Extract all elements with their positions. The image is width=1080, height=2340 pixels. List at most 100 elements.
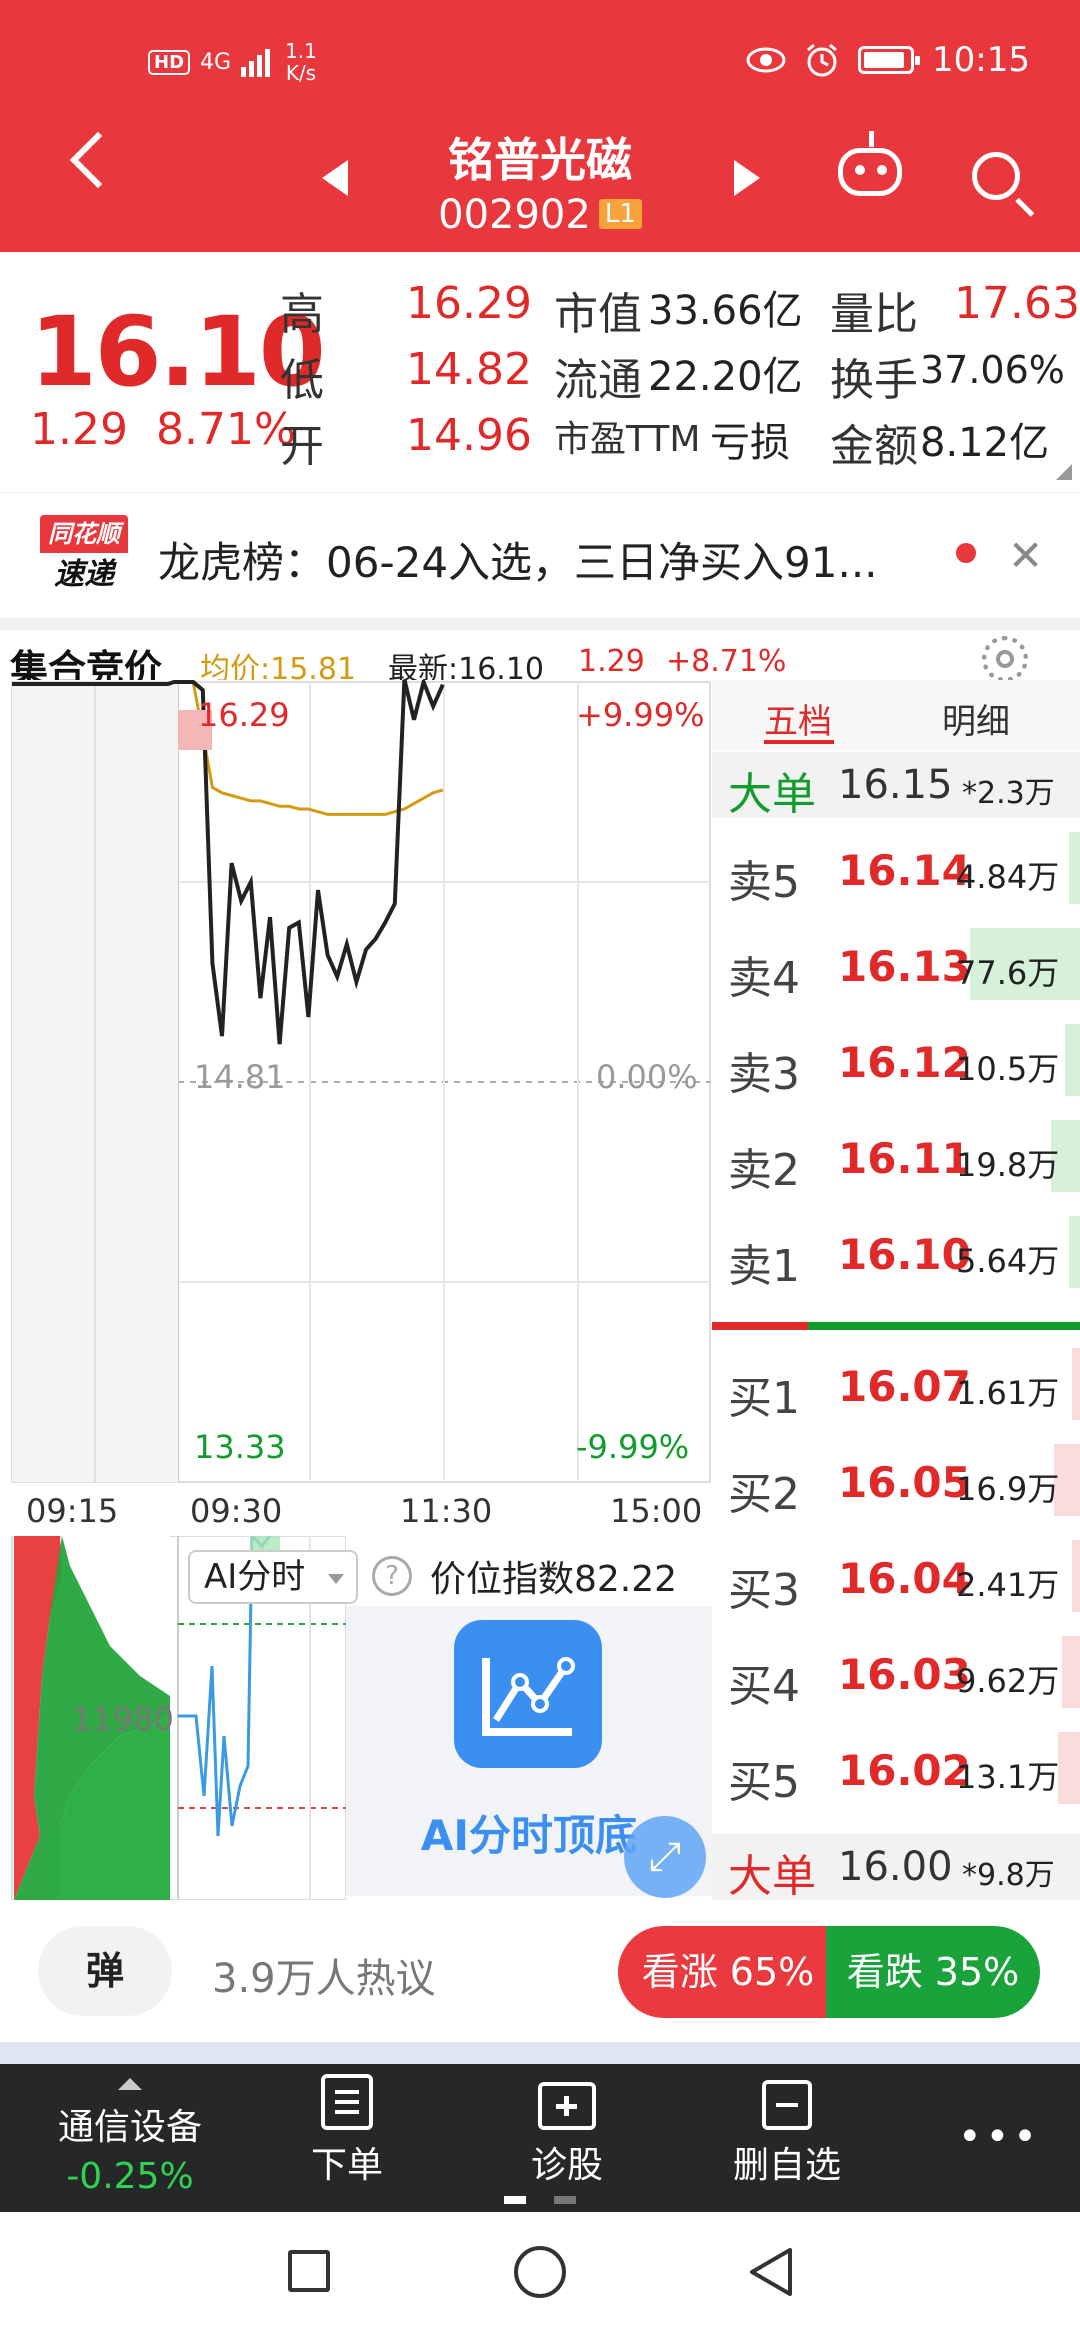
pct-tick-mid: 0.00% bbox=[596, 1058, 698, 1096]
nav-back-icon[interactable] bbox=[746, 2246, 796, 2298]
price-index: 价位指数82.22 bbox=[430, 1559, 678, 1600]
ask-level-label: 卖4 bbox=[728, 953, 800, 1004]
order-button[interactable]: 下单 bbox=[282, 2064, 412, 2212]
ask-level-label: 卖1 bbox=[728, 1241, 800, 1292]
bid-volume: 1.61万 bbox=[956, 1374, 1060, 1412]
ask-price: 16.14 bbox=[838, 846, 971, 895]
bid-row[interactable]: 买1 16.07 1.61万 bbox=[712, 1336, 1080, 1432]
book-tabs: 五档 明细 bbox=[712, 680, 1080, 750]
ask-volume: 5.64万 bbox=[956, 1242, 1060, 1280]
big-buy-label: 大单 bbox=[728, 1851, 816, 1902]
ask-row[interactable]: 卖3 16.12 10.5万 bbox=[712, 1012, 1080, 1108]
diagnose-button[interactable]: 诊股 bbox=[502, 2064, 632, 2212]
order-icon bbox=[321, 2074, 373, 2130]
x-tick-0930: 09:30 bbox=[190, 1492, 283, 1530]
ask-level-label: 卖2 bbox=[728, 1145, 800, 1196]
robot-icon[interactable] bbox=[838, 131, 902, 196]
latest-change: 1.29 bbox=[578, 644, 645, 679]
prev-stock-icon[interactable] bbox=[322, 160, 348, 196]
x-tick-1130: 11:30 bbox=[400, 1492, 493, 1530]
ask-level-label: 卖3 bbox=[728, 1049, 800, 1100]
bid-volume: 9.62万 bbox=[956, 1662, 1060, 1700]
change-row: 1.29 8.71% bbox=[30, 404, 296, 455]
bid-level-label: 买4 bbox=[728, 1661, 800, 1712]
bid-volume: 2.41万 bbox=[956, 1566, 1060, 1604]
expand-icon[interactable]: ⤢ bbox=[624, 1816, 706, 1898]
turnover-label: 换手 bbox=[830, 355, 918, 406]
ask-price: 16.12 bbox=[838, 1038, 971, 1087]
battery-icon bbox=[858, 46, 921, 74]
remove-favorite-button[interactable]: 删自选 bbox=[722, 2064, 852, 2212]
bid-level-label: 买5 bbox=[728, 1757, 800, 1808]
big-sell-vol: *2.3万 bbox=[962, 776, 1055, 811]
big-buy-price: 16.00 bbox=[838, 1844, 953, 1890]
ask-volume: 77.6万 bbox=[956, 954, 1060, 992]
tab-active-underline bbox=[764, 740, 834, 744]
big-buy-order[interactable]: 大单 16.00 *9.8万 bbox=[712, 1834, 1080, 1902]
danmu-button[interactable]: 弹 bbox=[38, 1926, 172, 2016]
hd-icon: HD bbox=[148, 49, 191, 75]
ai-chart-logo-icon[interactable] bbox=[454, 1620, 602, 1768]
ask-row[interactable]: 卖2 16.11 19.8万 bbox=[712, 1108, 1080, 1204]
app-header: HD 4G 1.1 K/s 10:15 铭普光磁 002902 L1 bbox=[0, 0, 1080, 252]
big-sell-label: 大单 bbox=[728, 769, 816, 820]
y-tick-bottom: 13.33 bbox=[194, 1428, 286, 1466]
gear-icon[interactable] bbox=[982, 636, 1028, 682]
quote-panel[interactable]: 16.10 1.29 8.71% 高 16.29 低 14.82 开 14.96… bbox=[0, 252, 1080, 492]
y-tick-top: 16.29 bbox=[198, 696, 290, 734]
bid-price: 16.07 bbox=[838, 1362, 971, 1411]
hot-discussion[interactable]: 3.9万人热议 bbox=[212, 1946, 436, 2004]
bid-level-label: 买3 bbox=[728, 1565, 800, 1616]
bid-price: 16.03 bbox=[838, 1650, 971, 1699]
bid-volume-bar bbox=[1062, 1636, 1080, 1708]
minus-box-icon bbox=[762, 2080, 812, 2130]
big-sell-price: 16.15 bbox=[838, 762, 953, 808]
ask-row[interactable]: 卖4 16.13 77.6万 bbox=[712, 916, 1080, 1012]
news-text[interactable]: 龙虎榜：06-24入选，三日净买入91... bbox=[158, 529, 878, 590]
diagnose-icon bbox=[538, 2082, 596, 2130]
bid-price: 16.04 bbox=[838, 1554, 971, 1603]
ask-volume-bar bbox=[1069, 832, 1080, 904]
price-change: 1.29 bbox=[30, 404, 128, 455]
bid-price: 16.02 bbox=[838, 1746, 971, 1795]
ask-level-label: 卖5 bbox=[728, 857, 800, 908]
help-icon[interactable]: ? bbox=[372, 1556, 412, 1596]
recents-icon[interactable] bbox=[288, 2250, 330, 2292]
tab-five-level[interactable]: 五档 bbox=[764, 694, 832, 743]
home-icon[interactable] bbox=[514, 2246, 566, 2298]
bid-level-label: 买1 bbox=[728, 1373, 800, 1424]
search-icon[interactable] bbox=[972, 152, 1020, 200]
network-speed: 1.1 K/s bbox=[285, 39, 317, 85]
volratio-value: 17.63 bbox=[954, 278, 1080, 329]
bid-row[interactable]: 买5 16.02 13.1万 bbox=[712, 1720, 1080, 1816]
tab-detail[interactable]: 明细 bbox=[942, 694, 1010, 743]
more-icon[interactable]: ••• bbox=[958, 2114, 1041, 2160]
close-icon[interactable]: ✕ bbox=[1008, 531, 1043, 580]
page-dot bbox=[554, 2196, 576, 2204]
bearish-button[interactable]: 看跌 35% bbox=[826, 1926, 1040, 2018]
mktcap-label: 市值 bbox=[554, 289, 642, 340]
ai-timeshare-select[interactable]: AI分时 bbox=[188, 1550, 358, 1604]
x-tick-1500: 15:00 bbox=[610, 1492, 703, 1530]
open-label: 开 bbox=[280, 421, 324, 472]
intraday-chart[interactable]: 16.29 14.81 13.33 +9.99% 0.00% -9.99% 09… bbox=[0, 675, 712, 1530]
pe-label: 市盈TTM bbox=[554, 419, 701, 460]
bid-row[interactable]: 买4 16.03 9.62万 bbox=[712, 1624, 1080, 1720]
bid-row[interactable]: 买3 16.04 2.41万 bbox=[712, 1528, 1080, 1624]
next-stock-icon[interactable] bbox=[734, 160, 760, 196]
big-sell-order[interactable]: 大单 16.15 *2.3万 bbox=[712, 752, 1080, 820]
price-change-pct: 8.71% bbox=[155, 404, 296, 455]
bid-volume-bar bbox=[1058, 1732, 1080, 1804]
status-left: HD 4G 1.1 K/s bbox=[148, 40, 317, 84]
news-logo: 同花顺 速递 bbox=[40, 515, 128, 597]
expand-corner-icon[interactable] bbox=[1056, 464, 1072, 480]
turnover-value: 37.06% bbox=[920, 348, 1065, 392]
bullish-button[interactable]: 看涨 65% bbox=[618, 1926, 838, 2018]
bid-row[interactable]: 买2 16.05 16.9万 bbox=[712, 1432, 1080, 1528]
ask-row[interactable]: 卖5 16.14 4.84万 bbox=[712, 820, 1080, 916]
news-banner[interactable]: 同花顺 速递 龙虎榜：06-24入选，三日净买入91... ✕ bbox=[0, 492, 1080, 618]
bottom-toolbar: 通信设备 -0.25% 下单 诊股 删自选 ••• bbox=[0, 2042, 1080, 2212]
back-icon[interactable] bbox=[69, 131, 127, 189]
ask-row[interactable]: 卖1 16.10 5.64万 bbox=[712, 1204, 1080, 1300]
sector-button[interactable]: 通信设备 -0.25% bbox=[20, 2064, 240, 2212]
